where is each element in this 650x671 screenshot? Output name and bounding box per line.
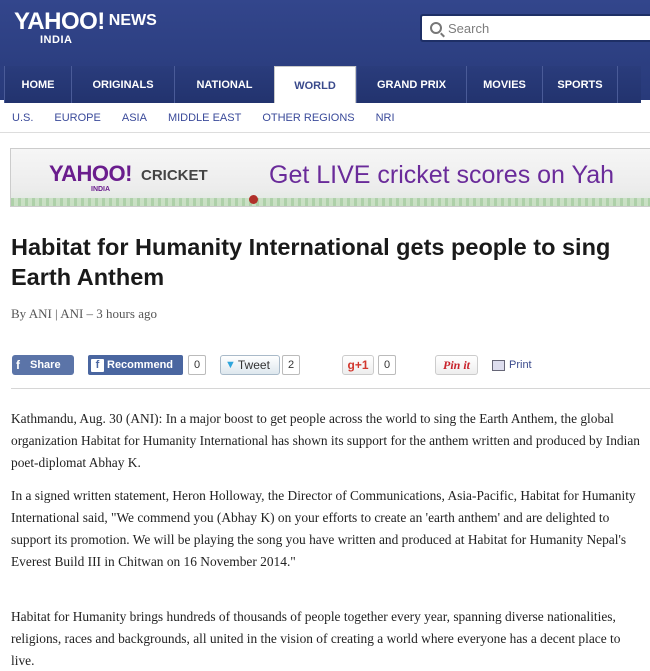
brand-text: YAHOO! [14, 8, 105, 35]
article-headline: Habitat for Humanity International gets … [11, 234, 611, 290]
section-text: NEWS [108, 12, 157, 29]
subnav-nri[interactable]: NRI [376, 112, 395, 124]
search-box[interactable] [420, 14, 650, 42]
banner-grass-decoration [11, 198, 650, 206]
banner-yahoo-logo: YAHOO! [49, 161, 132, 186]
cricket-banner-ad[interactable]: YAHOO! INDIA CRICKET Get LIVE cricket sc… [10, 148, 650, 207]
tab-more[interactable] [617, 66, 641, 103]
article-paragraph: In a signed written statement, Heron Hol… [11, 488, 636, 569]
cricket-ball-icon [249, 195, 258, 204]
subnav-middle-east[interactable]: MIDDLE EAST [168, 112, 241, 124]
pin-it-button[interactable]: Pin it [435, 355, 478, 375]
tweet-count: 2 [282, 355, 301, 375]
google-plus-button[interactable]: g+1 [342, 355, 374, 375]
article-paragraph: Habitat for Humanity brings hundreds of … [11, 609, 621, 668]
facebook-share-button[interactable]: f Share [12, 355, 74, 375]
yahoo-news-logo[interactable]: YAHOO! NEWS INDIA [14, 8, 157, 46]
banner-tagline: Get LIVE cricket scores on Yah [269, 161, 615, 189]
facebook-share-label: Share [30, 359, 61, 371]
subnav-europe[interactable]: EUROPE [54, 112, 100, 124]
tweet-button[interactable]: ▼ Tweet [220, 355, 280, 375]
subnav-us[interactable]: U.S. [12, 112, 33, 124]
banner-region-text: INDIA [91, 186, 111, 193]
tab-national[interactable]: NATIONAL [174, 66, 274, 103]
facebook-icon: f [91, 358, 104, 372]
facebook-recommend-button[interactable]: f Recommend [88, 355, 183, 375]
print-label: Print [509, 359, 532, 371]
region-text: INDIA [40, 34, 73, 46]
subnav-other-regions[interactable]: OTHER REGIONS [262, 112, 354, 124]
tab-grand-prix[interactable]: GRAND PRIX [356, 66, 466, 103]
recommend-count: 0 [188, 355, 207, 375]
article-byline: By ANI | ANI – 3 hours ago [11, 306, 157, 321]
facebook-icon: f [16, 358, 20, 372]
printer-icon [492, 359, 505, 371]
article-paragraph: Kathmandu, Aug. 30 (ANI): In a major boo… [11, 411, 640, 470]
subnav-asia[interactable]: ASIA [122, 112, 147, 124]
tab-originals[interactable]: ORIGINALS [71, 66, 174, 103]
search-input[interactable] [448, 20, 628, 36]
banner-product-text: CRICKET [141, 167, 208, 184]
sub-nav: U.S. EUROPE ASIA MIDDLE EAST OTHER REGIO… [0, 103, 650, 133]
share-divider [11, 388, 650, 389]
tab-movies[interactable]: MOVIES [466, 66, 542, 103]
google-plus-count: 0 [378, 355, 397, 375]
recommend-label: Recommend [107, 359, 174, 371]
search-icon [430, 22, 442, 34]
tab-home[interactable]: HOME [4, 66, 71, 103]
tab-world[interactable]: WORLD [274, 66, 356, 104]
twitter-bird-icon: ▼ [225, 359, 236, 371]
primary-nav: HOME ORIGINALS NATIONAL WORLD GRAND PRIX… [4, 66, 641, 104]
print-button[interactable]: Print [492, 355, 532, 375]
tweet-label: Tweet [237, 358, 270, 372]
tab-sports[interactable]: SPORTS [542, 66, 617, 103]
